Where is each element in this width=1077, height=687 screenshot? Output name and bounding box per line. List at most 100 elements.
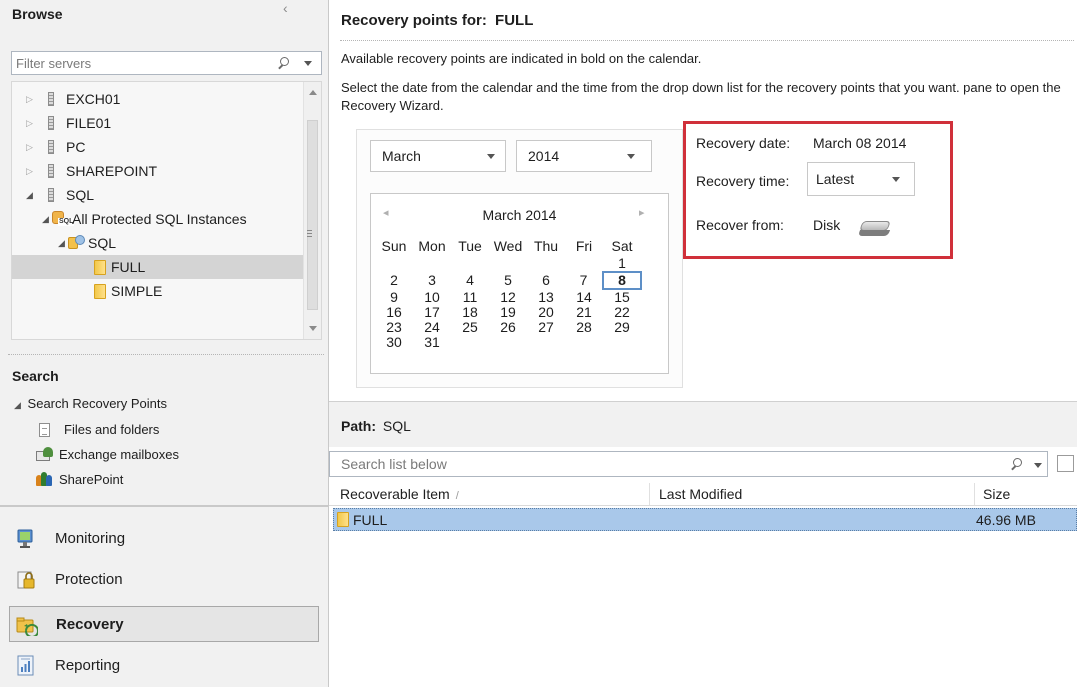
calendar-day[interactable]: 22 <box>603 305 641 320</box>
nav-label: Recovery <box>56 616 124 633</box>
calendar-day[interactable]: 3 <box>413 272 451 289</box>
tree-item-sql-server[interactable]: ◢ SQL <box>12 183 303 207</box>
chevron-down-icon[interactable] <box>1034 463 1042 468</box>
nav-protection[interactable]: Protection <box>9 562 319 598</box>
scroll-down-icon[interactable] <box>309 326 317 331</box>
list-search-box[interactable] <box>329 451 1048 477</box>
chevron-down-icon[interactable] <box>304 61 312 66</box>
filter-servers-input[interactable] <box>12 52 262 74</box>
chevron-down-icon[interactable] <box>892 177 900 182</box>
collapse-icon[interactable]: ◢ <box>14 400 21 410</box>
calendar-day[interactable]: 24 <box>413 320 451 335</box>
search-item-label: SharePoint <box>59 472 124 487</box>
tree-item-simple[interactable]: SIMPLE <box>12 279 303 303</box>
tree-item-sharepoint[interactable]: ▷ SHAREPOINT <box>12 159 303 183</box>
search-exchange-mailboxes[interactable]: Exchange mailboxes <box>36 445 256 465</box>
calendar-day[interactable]: 28 <box>565 320 603 335</box>
tree-item-sql-instance[interactable]: ◢ SQL <box>12 231 303 255</box>
calendar-day[interactable]: 16 <box>375 305 413 320</box>
calendar-day[interactable]: 21 <box>565 305 603 320</box>
expand-icon[interactable]: ▷ <box>26 87 33 111</box>
grip-icon <box>307 230 312 237</box>
server-tree: ▷ EXCH01 ▷ FILE01 ▷ PC ▷ SHAREPOINT ◢ SQ… <box>11 81 322 340</box>
column-header-size[interactable]: Size <box>983 486 1010 502</box>
calendar-day[interactable]: 1 <box>603 256 641 272</box>
calendar-day[interactable]: 30 <box>375 335 413 350</box>
nav-monitoring[interactable]: Monitoring <box>9 521 319 557</box>
tree-item-file01[interactable]: ▷ FILE01 <box>12 111 303 135</box>
search-icon[interactable] <box>278 57 290 70</box>
weekday-header: Sun Mon Tue Wed Thu Fri Sat <box>375 236 641 256</box>
tree-scrollbar[interactable] <box>303 82 321 339</box>
tree-item-full[interactable]: FULL <box>12 255 303 279</box>
tree-label: SQL <box>88 235 117 251</box>
collapse-icon[interactable]: ◢ <box>26 183 33 207</box>
calendar-day[interactable]: 7 <box>565 272 603 289</box>
next-month-icon[interactable]: ▸ <box>639 206 645 219</box>
calendar-day[interactable]: 13 <box>527 289 565 305</box>
filter-servers-box[interactable] <box>11 51 322 75</box>
calendar-day[interactable]: 11 <box>451 289 489 305</box>
calendar-day[interactable]: 10 <box>413 289 451 305</box>
calendar-day[interactable]: 15 <box>603 289 641 305</box>
server-icon <box>48 140 54 154</box>
calendar-day[interactable]: 9 <box>375 289 413 305</box>
search-sharepoint[interactable]: SharePoint <box>36 470 236 490</box>
scroll-up-icon[interactable] <box>309 90 317 95</box>
column-divider[interactable] <box>974 483 975 505</box>
search-item-label: Exchange mailboxes <box>59 447 179 462</box>
list-search-input[interactable] <box>330 452 950 476</box>
calendar-day[interactable]: 25 <box>451 320 489 335</box>
expand-icon[interactable]: ▷ <box>26 111 33 135</box>
tree-item-all-protected-sql-instances[interactable]: ◢ SQL All Protected SQL Instances <box>12 207 303 231</box>
nav-reporting[interactable]: Reporting <box>9 648 319 684</box>
calendar-day[interactable]: 18 <box>451 305 489 320</box>
expand-icon[interactable]: ▷ <box>26 159 33 183</box>
calendar-day[interactable]: 6 <box>527 272 565 289</box>
calendar[interactable]: ◂ March 2014 ▸ Sun Mon Tue Wed Thu Fri Sat 123… <box>370 193 669 374</box>
calendar-day[interactable]: 31 <box>413 335 451 350</box>
recovery-time-select[interactable]: Latest <box>807 162 915 196</box>
info-text-available: Available recovery points are indicated … <box>341 51 702 66</box>
calendar-day[interactable]: 27 <box>527 320 565 335</box>
scrollbar-thumb[interactable] <box>307 120 318 310</box>
search-icon[interactable] <box>1011 458 1023 471</box>
calendar-day[interactable]: 4 <box>451 272 489 289</box>
calendar-day[interactable]: 2 <box>375 272 413 289</box>
search-recovery-points-group[interactable]: ◢ Search Recovery Points <box>14 394 167 414</box>
calendar-day[interactable]: 17 <box>413 305 451 320</box>
sql-database-icon <box>68 235 88 251</box>
calendar-day[interactable]: 26 <box>489 320 527 335</box>
calendar-day[interactable]: 20 <box>527 305 565 320</box>
calendar-day[interactable]: 19 <box>489 305 527 320</box>
tree-label: FULL <box>111 259 146 275</box>
calendar-empty-cell <box>413 256 451 272</box>
calendar-day[interactable]: 29 <box>603 320 641 335</box>
column-divider[interactable] <box>649 483 650 505</box>
year-select[interactable]: 2014 <box>516 140 652 172</box>
column-header-recoverable-item[interactable]: Recoverable Item / <box>340 486 459 502</box>
month-select[interactable]: March <box>370 140 506 172</box>
search-files-and-folders[interactable]: Files and folders <box>39 420 239 440</box>
calendar-day[interactable]: 5 <box>489 272 527 289</box>
calendar-day-selected[interactable]: 8 <box>602 271 642 290</box>
select-all-checkbox[interactable] <box>1057 455 1074 472</box>
collapse-pane-icon[interactable]: ‹ <box>283 0 288 16</box>
nav-recovery[interactable]: Recovery <box>9 606 319 642</box>
table-row[interactable]: FULL 46.96 MB <box>333 508 1077 531</box>
expand-icon[interactable]: ▷ <box>26 135 33 159</box>
chevron-down-icon[interactable] <box>487 154 495 159</box>
tree-item-exch01[interactable]: ▷ EXCH01 <box>12 87 303 111</box>
collapse-icon[interactable]: ◢ <box>58 231 65 255</box>
calendar-day[interactable]: 14 <box>565 289 603 305</box>
tree-item-pc[interactable]: ▷ PC <box>12 135 303 159</box>
column-header-last-modified[interactable]: Last Modified <box>659 486 742 502</box>
chevron-down-icon[interactable] <box>627 154 635 159</box>
collapse-icon[interactable]: ◢ <box>42 207 49 231</box>
calendar-day[interactable]: 12 <box>489 289 527 305</box>
title-target: FULL <box>495 12 534 29</box>
calendar-empty-cell <box>451 256 489 272</box>
calendar-month-title: March 2014 <box>482 207 557 223</box>
recovery-details-panel: Recovery date: March 08 2014 Recovery ti… <box>683 121 953 259</box>
calendar-day[interactable]: 23 <box>375 320 413 335</box>
